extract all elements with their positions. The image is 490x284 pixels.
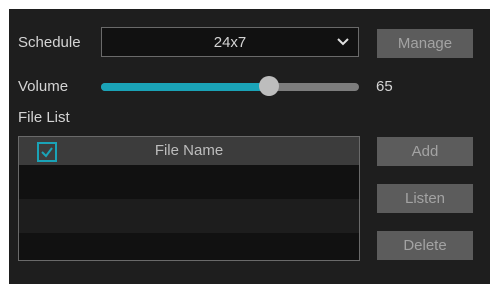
volume-slider-track[interactable] bbox=[101, 83, 359, 91]
add-button[interactable]: Add bbox=[377, 137, 473, 166]
volume-slider-fill bbox=[101, 83, 269, 91]
manage-button[interactable]: Manage bbox=[377, 29, 473, 58]
volume-value: 65 bbox=[376, 78, 393, 95]
file-list-table: File Name bbox=[18, 136, 360, 261]
delete-button[interactable]: Delete bbox=[377, 231, 473, 260]
listen-button[interactable]: Listen bbox=[377, 184, 473, 213]
chevron-down-icon bbox=[337, 38, 349, 46]
table-row[interactable] bbox=[19, 199, 359, 233]
file-list-title: File List bbox=[18, 109, 70, 126]
volume-label: Volume bbox=[18, 78, 69, 95]
volume-slider-thumb[interactable] bbox=[259, 76, 279, 96]
file-list-header: File Name bbox=[19, 137, 359, 165]
table-row[interactable] bbox=[19, 165, 359, 199]
schedule-select[interactable]: 24x7 bbox=[101, 27, 359, 57]
schedule-selected-value: 24x7 bbox=[213, 34, 247, 51]
file-name-column-header: File Name bbox=[154, 142, 224, 159]
schedule-label: Schedule bbox=[18, 34, 81, 51]
table-row[interactable] bbox=[19, 233, 359, 260]
